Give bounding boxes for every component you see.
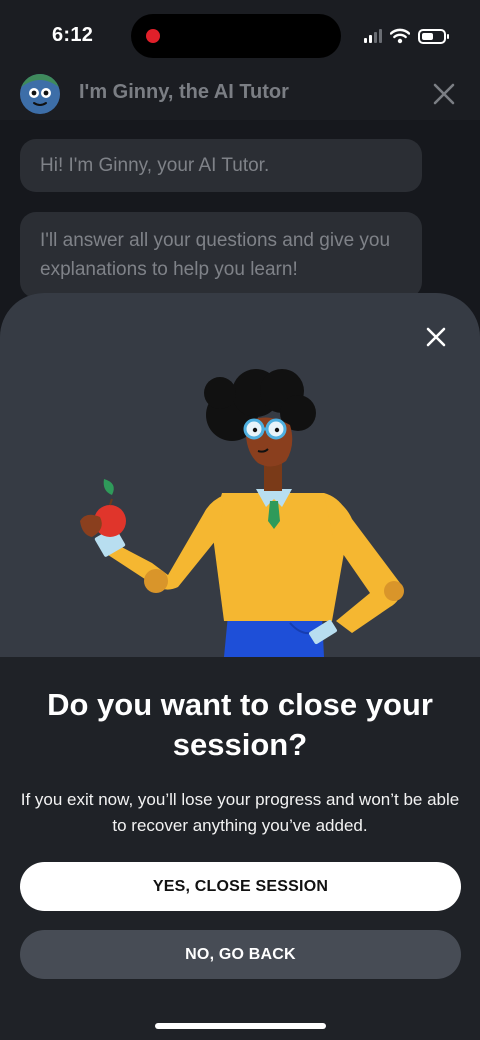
close-icon[interactable] xyxy=(430,80,458,108)
ginny-avatar-icon xyxy=(20,74,60,114)
home-indicator[interactable] xyxy=(155,1023,326,1029)
close-icon[interactable] xyxy=(422,323,450,351)
battery-icon xyxy=(418,28,449,44)
chat-messages: Hi! I'm Ginny, your AI Tutor. I'll answe… xyxy=(0,120,480,320)
yes-close-session-button[interactable]: YES, CLOSE SESSION xyxy=(20,862,461,911)
header-title: I'm Ginny, the AI Tutor xyxy=(79,81,289,103)
chat-message: Hi! I'm Ginny, your AI Tutor. xyxy=(20,139,422,192)
status-time: 6:12 xyxy=(52,24,94,46)
no-go-back-button[interactable]: NO, GO BACK xyxy=(20,930,461,979)
wifi-icon xyxy=(390,28,410,44)
dialog-title: Do you want to close your session? xyxy=(47,687,433,762)
recording-indicator-icon xyxy=(146,29,160,43)
dialog-body: If you exit now, you’ll lose your progre… xyxy=(20,790,460,835)
status-icons xyxy=(364,26,449,46)
status-bar: 6:12 xyxy=(0,0,480,70)
tutor-holding-apple-illustration xyxy=(80,369,404,657)
illustration-area xyxy=(0,293,480,657)
chat-header: I'm Ginny, the AI Tutor xyxy=(0,70,480,120)
close-session-sheet: Do you want to close your session? If yo… xyxy=(0,293,480,1040)
signal-icon xyxy=(364,29,382,43)
chat-message: I'll answer all your questions and give … xyxy=(20,212,422,298)
dynamic-island xyxy=(131,14,341,58)
